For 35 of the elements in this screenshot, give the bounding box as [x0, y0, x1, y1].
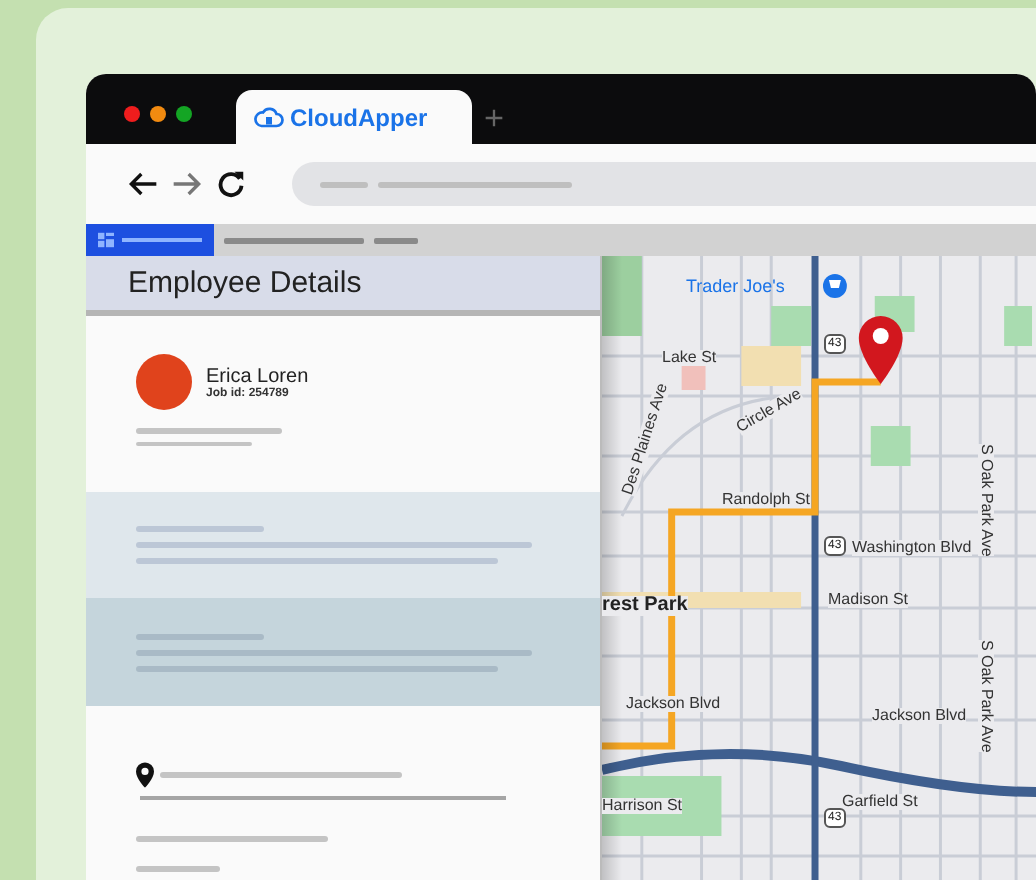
street-label: Jackson Blvd: [626, 696, 721, 712]
street-label: Washington Blvd: [852, 540, 972, 556]
location-pin-icon: [136, 761, 154, 788]
close-dot-icon[interactable]: [124, 105, 140, 121]
place-label: Trader Joe's: [686, 278, 785, 296]
grid-icon: [98, 232, 114, 248]
placeholder-line: [136, 442, 252, 446]
placeholder-line: [136, 526, 264, 533]
location-pin-icon: [858, 316, 903, 384]
cloud-logo-icon: [254, 104, 284, 130]
forward-arrow-icon[interactable]: [172, 170, 202, 198]
back-arrow-icon[interactable]: [128, 170, 158, 198]
street-label: Madison St: [828, 592, 909, 608]
app-menu-button[interactable]: [86, 224, 214, 256]
minimize-dot-icon[interactable]: [150, 105, 166, 121]
street-label: Lake St: [662, 350, 717, 366]
placeholder-line: [320, 181, 368, 187]
maximize-dot-icon[interactable]: [176, 105, 192, 121]
reload-icon[interactable]: [216, 170, 246, 198]
street-label: Jackson Blvd: [872, 708, 967, 724]
street-label: Garfield St: [842, 794, 918, 810]
street-label: Randolph St: [722, 492, 811, 508]
placeholder-line: [224, 237, 364, 243]
avatar-circle: [136, 354, 192, 410]
employee-name: Erica Loren: [206, 365, 309, 387]
area-label: rest Park: [602, 596, 688, 616]
street-label: S Oak Park Ave: [978, 444, 994, 557]
new-tab-icon[interactable]: [484, 108, 504, 128]
street-label: Harrison St: [602, 798, 683, 814]
panel-title: Employee Details: [128, 266, 362, 300]
street-label: S Oak Park Ave: [978, 640, 994, 753]
shopping-cart-pin-icon: [823, 274, 847, 298]
browser-tab[interactable]: CloudApper: [236, 90, 472, 144]
placeholder-line: [136, 865, 220, 872]
placeholder-line: [374, 237, 418, 243]
